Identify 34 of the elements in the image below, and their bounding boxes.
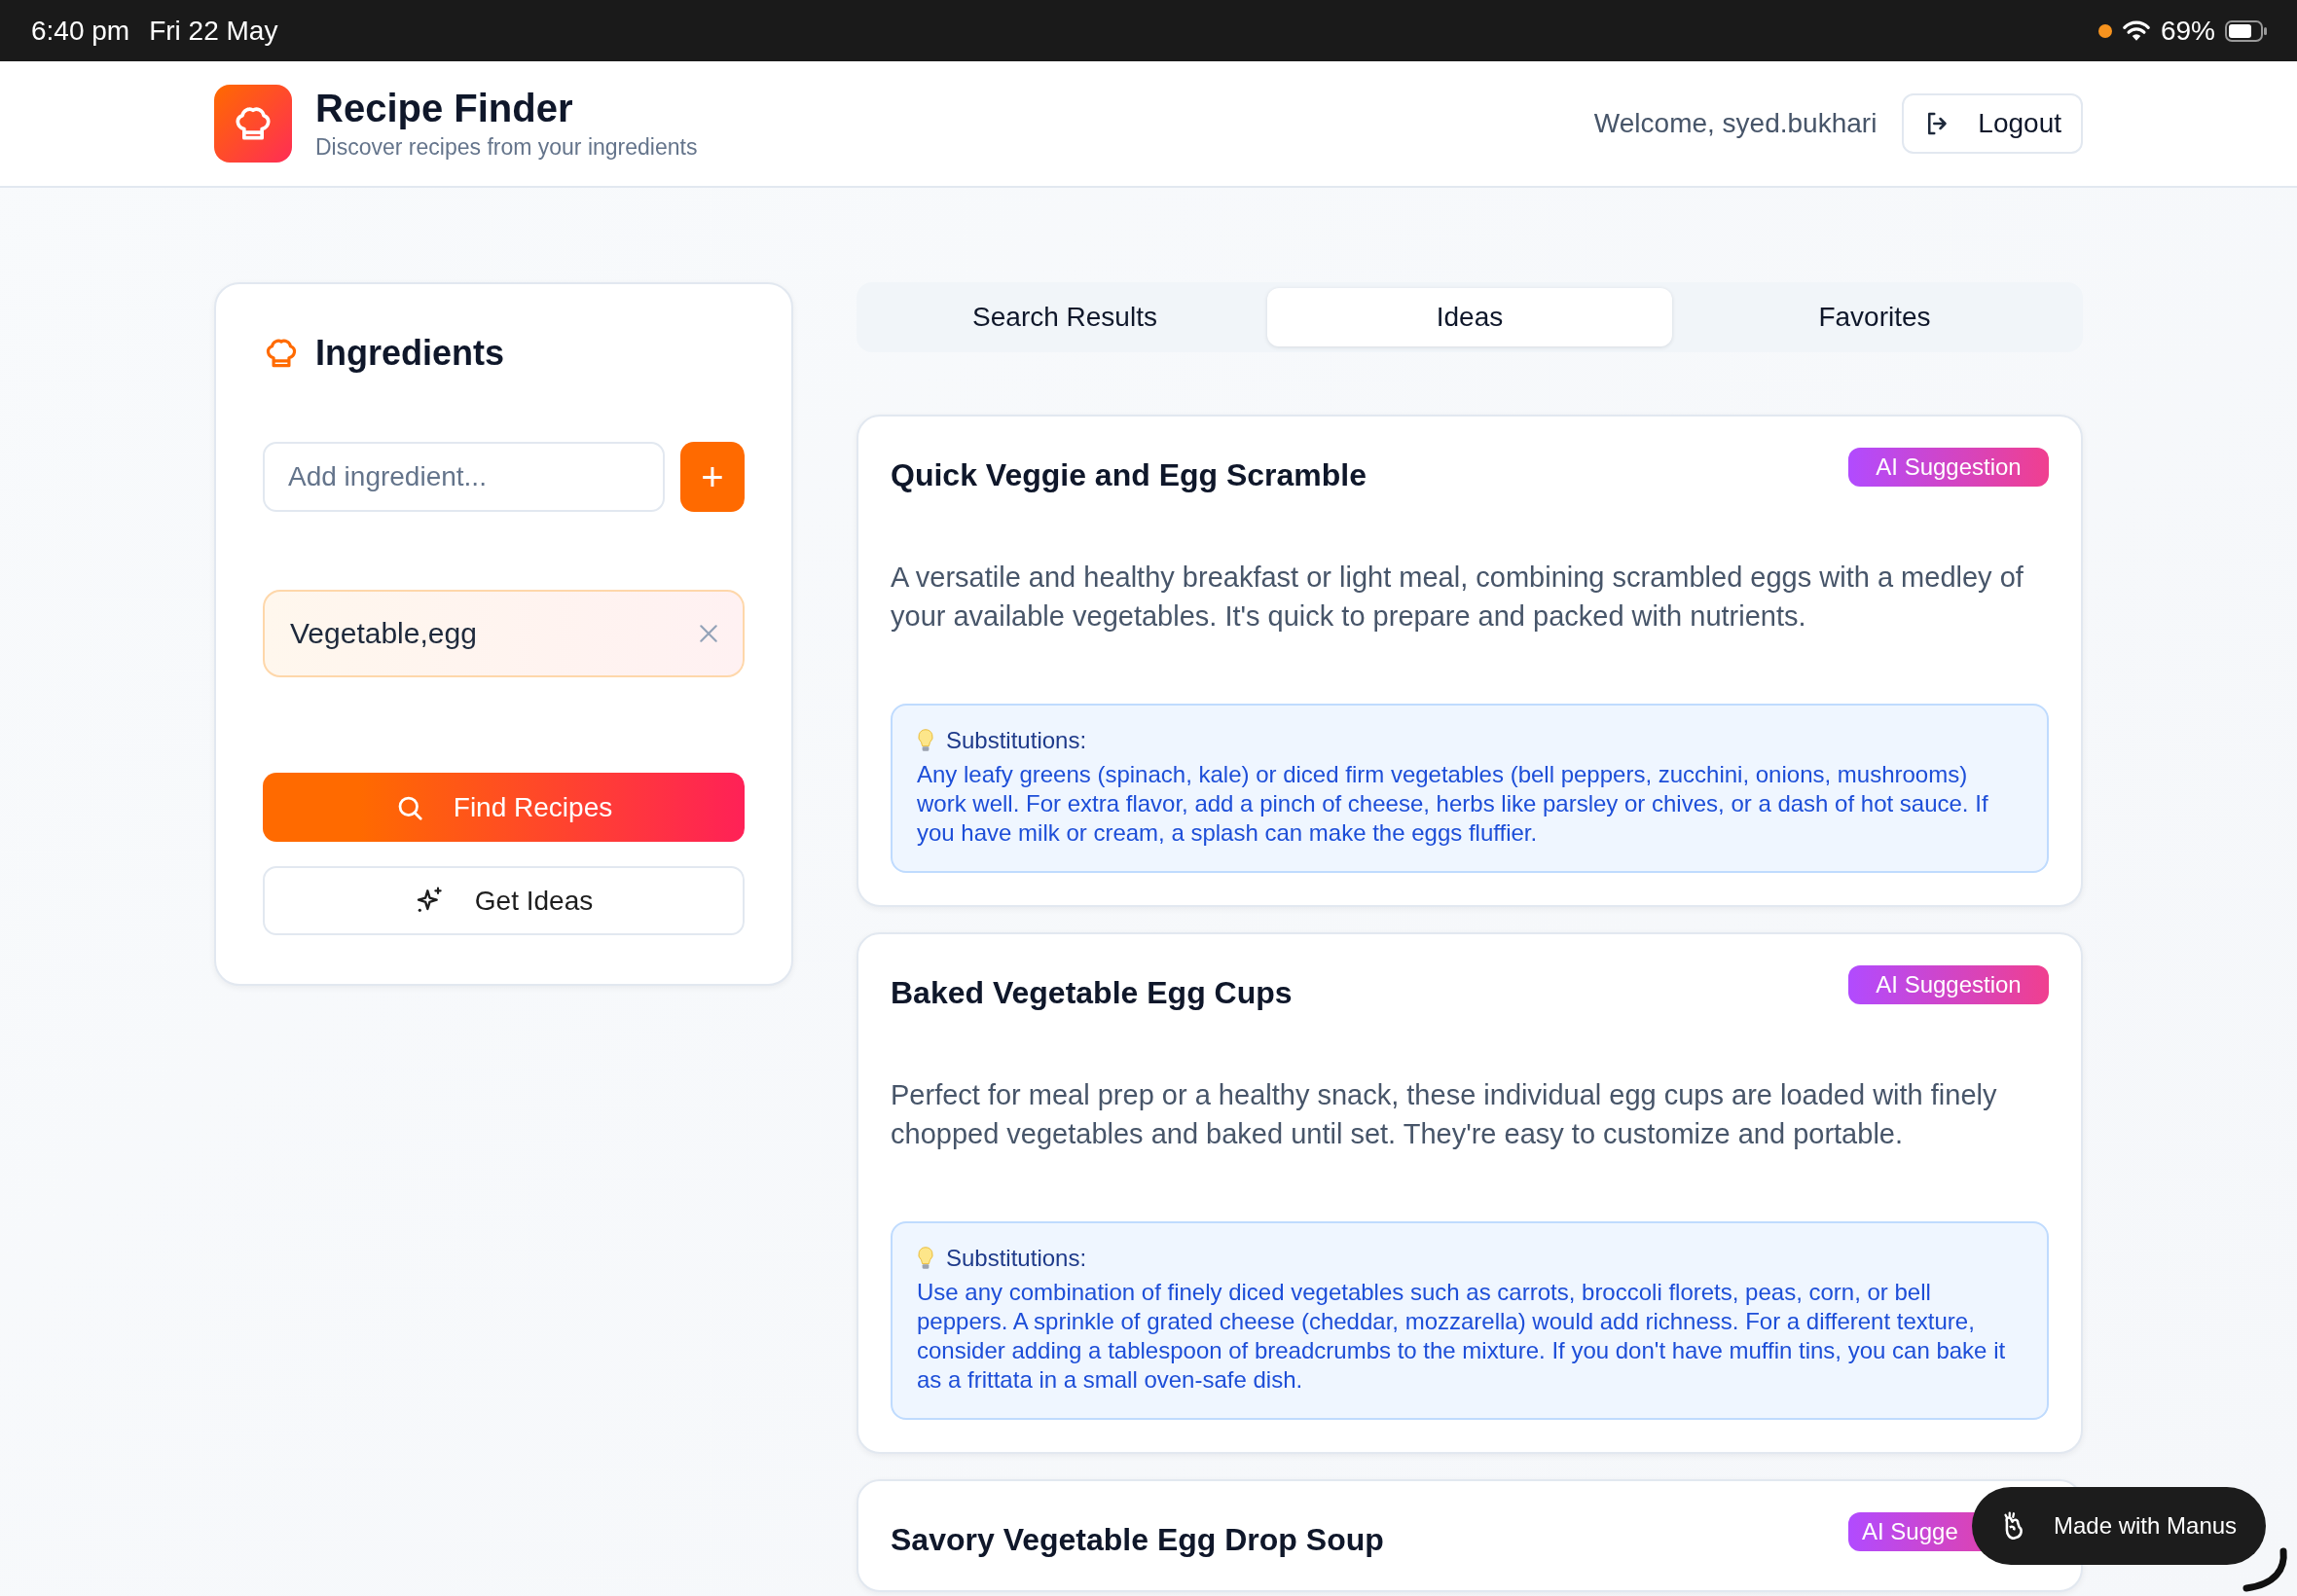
recipe-description: Perfect for meal prep or a healthy snack, these individual egg cups are loaded with finely chopped vegetables and baked until set. They're easy to customize and portable. (891, 1078, 1998, 1151)
close-icon (698, 623, 719, 644)
remove-button[interactable] (698, 623, 719, 644)
battery-percent: 69% (2160, 15, 2215, 47)
substitutions-text: Use any combination of finely diced vegetables such as carrots, broccoli florets, peas, corn, or bell peppers. A sprinkle of grated cheese (cheddar, mozzarella) would add richness. For a different texture, consider adding a tablespoon of breadcrumbs to the mixture. If you don't have muffin tins, you can bake it as a frittata in a small oven-safe dish. (917, 1278, 2007, 1395)
panel-title: Ingredients (315, 333, 505, 374)
recipe-title: Baked Vegetable Egg Cups (891, 975, 1293, 1011)
welcome-text: Welcome, syed.bukhari (1593, 108, 1878, 139)
tab[interactable]: Ideas (1267, 288, 1672, 346)
lightbulb-icon (917, 728, 934, 753)
substitutions-title: Substitutions: (946, 1245, 1087, 1272)
get-ideas-button[interactable]: Get Ideas (263, 866, 745, 935)
recipe-title: Savory Vegetable Egg Drop Soup (891, 1522, 1384, 1558)
app-subtitle: Discover recipes from your ingredients (315, 134, 698, 161)
ai-suggestion-badge: AI Suggestion (1848, 448, 2049, 487)
status-date: Fri 22 May (149, 15, 278, 47)
chip-label: Vegetable,egg (290, 617, 477, 650)
logout-button[interactable]: Logout (1902, 93, 2083, 154)
battery-icon (2225, 19, 2268, 42)
ai-suggestion-badge: AI Suggestion (1848, 965, 2049, 1004)
tab[interactable]: Favorites (1672, 288, 2077, 346)
privacy-dot-icon (2097, 23, 2112, 38)
lightbulb-icon (917, 1246, 934, 1271)
arc-mark (2241, 1547, 2289, 1592)
tab[interactable]: Search Results (862, 288, 1267, 346)
substitutions-title: Substitutions: (946, 727, 1087, 754)
substitutions-text: Any leafy greens (spinach, kale) or diced firm vegetables (bell peppers, zucchini, onions, mushrooms) work well. For extra flavor, add a pinch of cheese, herbs like parsley or chives, or a dash of hot sauce. If you have milk or cream, a splash can make the eggs fluffier. (917, 760, 1989, 848)
recipe-description: A versatile and healthy breakfast or light meal, combining scrambled eggs with a medley of your available vegetables. It's quick to prepare and packed with nutrients. (891, 561, 2024, 634)
made-with-manus-badge[interactable]: Made with Manus (1972, 1487, 2266, 1565)
recipe-title: Quick Veggie and Egg Scramble (891, 457, 1367, 493)
ingredient-input[interactable]: Add ingredient... (263, 442, 665, 512)
status-time: 6:40 pm (31, 15, 130, 47)
wifi-icon (2121, 19, 2151, 42)
app-title: Recipe Finder (315, 87, 574, 130)
